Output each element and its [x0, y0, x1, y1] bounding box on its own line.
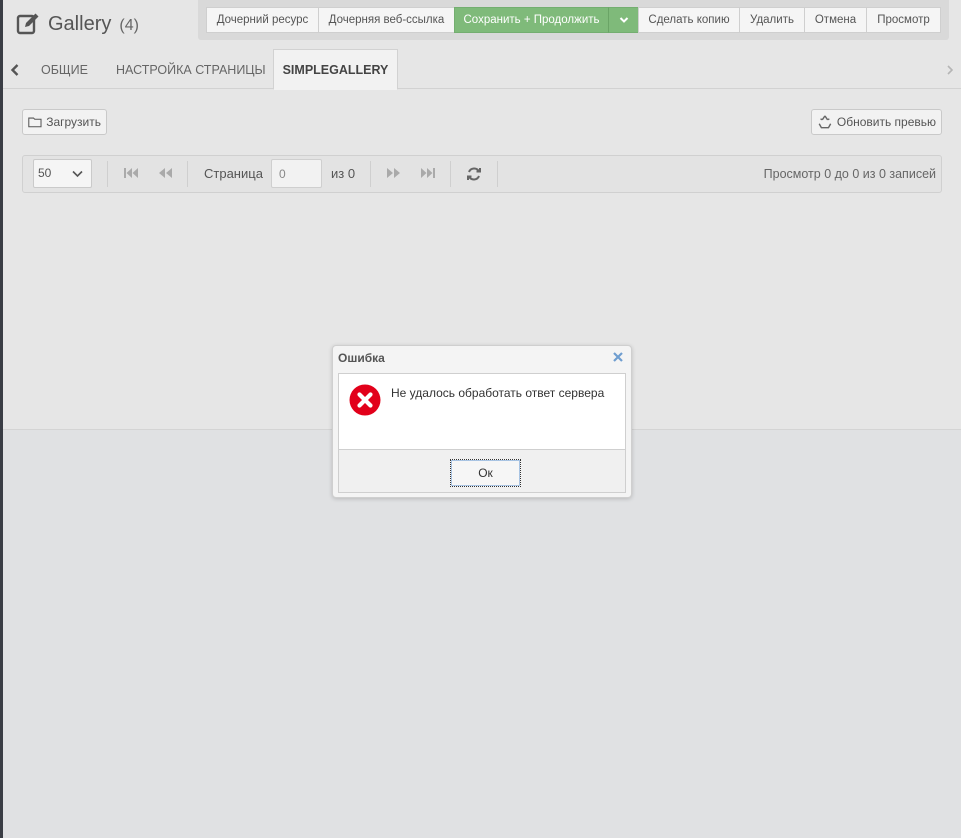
chevron-down-icon	[619, 17, 628, 23]
error-icon	[349, 384, 381, 416]
resource-title: Gallery	[48, 12, 112, 35]
dialog-message: Не удалось обработать ответ сервера	[391, 386, 605, 400]
page-size-value: 50	[38, 166, 52, 180]
refresh-preview-button[interactable]: Обновить превью	[811, 109, 942, 135]
close-icon[interactable]	[612, 351, 624, 363]
separator	[450, 161, 451, 187]
page-label: Страница	[204, 166, 263, 181]
pager: 50 Страница из 0 Просмотр 0 до 0 из 0 за…	[22, 155, 942, 193]
error-dialog: Ошибка Не удалось обработать ответ серве…	[332, 345, 632, 498]
tab-general[interactable]: ОБЩИЕ	[41, 49, 88, 89]
dialog-body: Не удалось обработать ответ сервера	[338, 373, 626, 450]
reload-icon[interactable]	[466, 166, 482, 182]
save-options-dropdown[interactable]	[608, 7, 639, 33]
recycle-icon	[818, 115, 832, 129]
next-page-icon[interactable]	[386, 167, 402, 179]
separator	[187, 161, 188, 187]
ok-button[interactable]: Ок	[450, 459, 521, 487]
tab-page-settings[interactable]: НАСТРОЙКА СТРАНИЦЫ	[116, 49, 266, 89]
duplicate-button[interactable]: Сделать копию	[638, 7, 740, 33]
view-button[interactable]: Просмотр	[866, 7, 941, 33]
folder-icon	[28, 117, 42, 128]
delete-button[interactable]: Удалить	[739, 7, 805, 33]
save-continue-button[interactable]: Сохранить + Продолжить	[454, 7, 609, 33]
child-resource-button[interactable]: Дочерний ресурс	[206, 7, 319, 33]
separator	[370, 161, 371, 187]
records-info: Просмотр 0 до 0 из 0 записей	[763, 167, 936, 181]
dialog-footer: Ок	[338, 450, 626, 493]
last-page-icon[interactable]	[420, 167, 436, 179]
chevron-down-icon	[72, 170, 83, 178]
first-page-icon[interactable]	[123, 167, 139, 179]
page-size-select[interactable]: 50	[33, 159, 92, 188]
resource-count: (4)	[119, 16, 139, 34]
refresh-preview-label: Обновить превью	[836, 115, 936, 129]
scroll-left-icon[interactable]	[9, 63, 21, 77]
upload-button[interactable]: Загрузить	[22, 109, 107, 135]
page-total-label: из 0	[331, 166, 356, 181]
tab-simplegallery[interactable]: SIMPLEGALLERY	[273, 49, 398, 90]
child-weblink-button[interactable]: Дочерняя веб-ссылка	[318, 7, 455, 33]
scroll-right-icon[interactable]	[944, 63, 956, 77]
separator	[107, 161, 108, 187]
separator	[497, 161, 498, 187]
tab-bar: ОБЩИЕ НАСТРОЙКА СТРАНИЦЫ SIMPLEGALLERY	[3, 49, 961, 90]
action-bar: Дочерний ресурс Дочерняя веб-ссылка Сохр…	[198, 0, 949, 40]
prev-page-icon[interactable]	[157, 167, 173, 179]
page-number-input[interactable]	[271, 159, 322, 188]
cancel-button[interactable]: Отмена	[804, 7, 867, 33]
upload-label: Загрузить	[46, 115, 101, 129]
edit-icon	[16, 13, 39, 35]
page-title: Gallery (4)	[16, 10, 139, 38]
dialog-title: Ошибка	[338, 351, 385, 365]
